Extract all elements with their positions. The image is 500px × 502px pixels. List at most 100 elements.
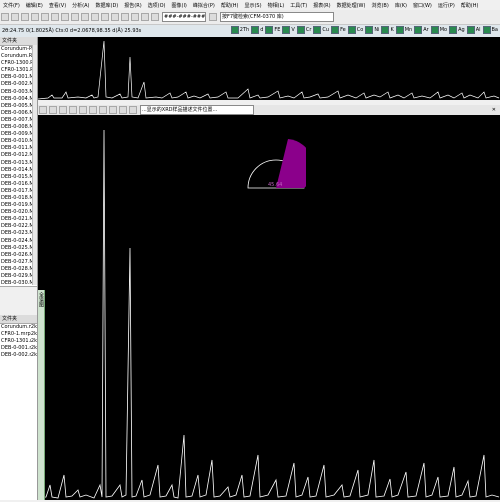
peak-toggle[interactable]: K [381, 26, 394, 34]
orientation-inset[interactable]: 45.64 [246, 133, 306, 191]
menu-item[interactable]: 帮助(H) [461, 2, 479, 9]
menu-item[interactable]: 显示(S) [244, 2, 261, 9]
menu-item[interactable]: 报告(R) [124, 2, 141, 9]
checkbox-icon[interactable] [430, 26, 439, 34]
peak-toggle[interactable]: Co [347, 26, 364, 34]
result-file-item[interactable]: CFR0-1301.mrpl2k [0, 338, 37, 345]
peak-toggle-label: FE [274, 27, 281, 33]
checkbox-icon[interactable] [395, 26, 404, 34]
grid-icon[interactable] [89, 106, 97, 114]
peak-toggle[interactable]: 2Th [230, 26, 249, 34]
checkbox-icon[interactable] [347, 26, 356, 34]
overview-plot[interactable] [37, 37, 500, 100]
checkbox-icon[interactable] [365, 26, 374, 34]
checkbox-icon[interactable] [313, 26, 322, 34]
checkbox-icon[interactable] [381, 26, 390, 34]
close-icon[interactable]: ✕ [492, 107, 496, 113]
result-file-name: DEB-0-001.mrpl [1, 345, 31, 352]
peak-toggle[interactable]: FE [265, 26, 280, 34]
menu-item[interactable]: 运行(P) [438, 2, 455, 9]
peak-toggle[interactable]: Ni [365, 26, 379, 34]
open-file-button[interactable] [1, 13, 9, 21]
scale-icon[interactable] [99, 106, 107, 114]
lines-icon[interactable] [119, 106, 127, 114]
menu-item[interactable]: 文件(F) [3, 2, 20, 9]
peak-toggle[interactable]: Mo [430, 26, 448, 34]
checkbox-icon[interactable] [296, 26, 305, 34]
checkbox-icon[interactable] [230, 26, 239, 34]
peak-toggle[interactable]: V [282, 26, 295, 34]
marker-icon[interactable] [79, 106, 87, 114]
menu-item[interactable]: 查看(V) [49, 2, 66, 9]
checkbox-icon[interactable] [251, 26, 260, 34]
reset-icon[interactable] [69, 106, 77, 114]
peak-toggle[interactable]: Ag [449, 26, 465, 34]
search-button[interactable] [209, 13, 217, 21]
peak-toggle[interactable]: Mn [395, 26, 412, 34]
pdf-button[interactable] [121, 13, 129, 21]
vertical-tab-label: 全谱图 [38, 292, 44, 307]
background-button[interactable] [51, 13, 59, 21]
menu-item[interactable]: 分析(A) [72, 2, 89, 9]
menu-item[interactable]: 峰拟合(P) [193, 2, 215, 9]
peak-toggle-label: Co [356, 27, 364, 33]
fit-button[interactable] [71, 13, 79, 21]
menu-item[interactable]: 编辑(E) [26, 2, 43, 9]
options-button[interactable] [141, 13, 149, 21]
search-field[interactable]: 按F7键检索(CFM-0370 库) [220, 12, 334, 22]
result-file-item[interactable]: DEB-0-002.mrpl2k [0, 352, 37, 359]
zoom-button[interactable] [31, 13, 39, 21]
peak-toggle[interactable]: Cu [313, 26, 329, 34]
extra-button[interactable] [151, 13, 159, 21]
peak-toggle[interactable]: Cr [296, 26, 311, 34]
result-file-item[interactable]: Corundum.mrpl2k [0, 324, 37, 331]
checkbox-icon[interactable] [449, 26, 458, 34]
peaks-icon[interactable] [109, 106, 117, 114]
checkbox-icon[interactable] [466, 26, 475, 34]
peak-toggle[interactable]: Al [466, 26, 481, 34]
menu-item[interactable]: 帮助(H) [221, 2, 239, 9]
print-button[interactable] [21, 13, 29, 21]
zoom-in-icon[interactable] [39, 106, 47, 114]
menu-item[interactable]: 库(K) [395, 2, 407, 9]
checkbox-icon[interactable] [282, 26, 291, 34]
checkbox-icon[interactable] [482, 26, 491, 34]
result-file-item[interactable]: DEB-0-001.mrpl2k [0, 345, 37, 352]
plot-title-field[interactable]: ...显示的XRD样品描述文件位置... [140, 105, 254, 115]
peak-toggle[interactable]: Ar [414, 26, 429, 34]
peak-toggle-label: Mo [439, 27, 448, 33]
menu-item[interactable]: 物相(L) [268, 2, 285, 9]
ruler-button[interactable] [101, 13, 109, 21]
save-button[interactable] [11, 13, 19, 21]
menu-item[interactable]: 数据处理(W) [337, 2, 366, 9]
label-button[interactable] [81, 13, 89, 21]
result-file-item[interactable]: CFR0-1.mrpl 2k [0, 331, 37, 338]
pdf-index-input[interactable]: ###-###-#### [162, 12, 206, 22]
main-plot[interactable]: 45.64 [37, 115, 500, 500]
peak-toggle[interactable]: d [251, 26, 263, 34]
smooth-button[interactable] [41, 13, 49, 21]
menu-item[interactable]: 选项(O) [148, 2, 166, 9]
peak-search-button[interactable] [61, 13, 69, 21]
filter-button[interactable] [131, 13, 139, 21]
menu-item[interactable]: 浏览(B) [371, 2, 388, 9]
menu-item[interactable]: 窗口(W) [413, 2, 432, 9]
cursor-button[interactable] [91, 13, 99, 21]
pan-icon[interactable] [59, 106, 67, 114]
menu-item[interactable]: 报表(R) [313, 2, 330, 9]
color-icon[interactable] [129, 106, 137, 114]
result-file-size: 2k [30, 324, 37, 330]
checkbox-icon[interactable] [414, 26, 423, 34]
vertical-tab[interactable]: 全谱图 [38, 290, 45, 500]
zoom-out-icon[interactable] [49, 106, 57, 114]
file-list-scrollbar[interactable] [32, 45, 37, 285]
checkbox-icon[interactable] [265, 26, 274, 34]
result-file-name: DEB-0-002.mrpl [1, 352, 31, 359]
overlay-button[interactable] [111, 13, 119, 21]
peak-toggle[interactable]: Ba [482, 26, 498, 34]
menu-item[interactable]: 图像(I) [172, 2, 187, 9]
checkbox-icon[interactable] [331, 26, 340, 34]
menu-item[interactable]: 数据库(D) [96, 2, 119, 9]
menu-item[interactable]: 工具(T) [290, 2, 307, 9]
peak-toggle[interactable]: Fe [331, 26, 346, 34]
